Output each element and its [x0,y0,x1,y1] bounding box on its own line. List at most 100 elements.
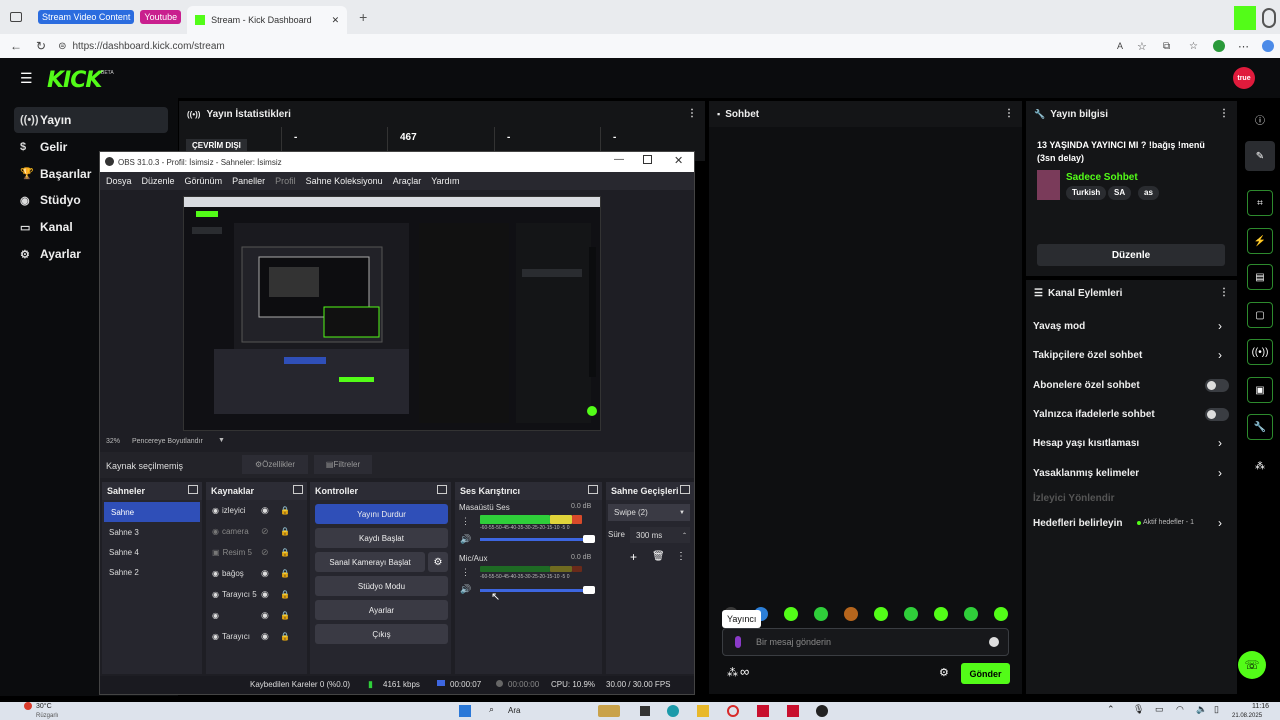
lock-icon[interactable]: 🔒 [280,569,290,578]
emoji-picker-icon[interactable] [989,637,999,647]
extensions-icon[interactable]: ⧉ [1163,41,1170,52]
extension-icon[interactable] [1213,40,1225,52]
start-icon[interactable] [459,705,471,717]
app-icon-4[interactable] [787,705,799,717]
emote-icon[interactable] [904,607,918,621]
clipboard-icon[interactable]: ▤ [1247,264,1273,290]
hamburger-menu-icon[interactable]: ☰ [20,70,33,87]
transition-menu-icon[interactable]: ⋮ [676,551,686,562]
close-window-icon[interactable]: ✕ [674,154,683,167]
control-button-0[interactable]: Yayını Durdur [315,504,448,524]
emote-icon[interactable] [874,607,888,621]
virtual-camera-settings-icon[interactable]: ⚙ [428,552,448,572]
duration-input[interactable]: 300 ms ⌃ [630,527,690,543]
scene-item[interactable]: Sahne 3 [102,522,202,542]
tab-kick-dashboard[interactable]: Stream - Kick Dashboard ✕ [187,6,348,34]
control-button-2[interactable]: Sanal Kamerayı Başlat [315,552,425,572]
site-info-icon[interactable]: ⊜ [58,41,66,52]
source-item[interactable]: ◉ camera ⊘ 🔒 [206,521,307,542]
user-avatar[interactable]: true [1233,67,1255,89]
emote-icon[interactable] [964,607,978,621]
lock-icon[interactable]: 🔒 [280,548,290,557]
undock-icon[interactable] [588,485,598,494]
chevron-right-icon[interactable]: › [1218,436,1222,450]
obs-menu-item[interactable]: Görünüm [185,176,223,186]
source-item[interactable]: ◉ Tarayıcı 5 ◉ 🔒 [206,584,307,605]
lightning-icon[interactable]: ⚡ [1247,228,1273,254]
emote-icon[interactable] [994,607,1008,621]
kick-logo[interactable]: KICK [47,68,102,93]
lock-icon[interactable]: 🔒 [280,632,290,641]
sidebar-item-0[interactable]: ((•)) Yayın [14,107,168,133]
eye-icon[interactable]: ◉ [261,610,269,621]
action-item-4[interactable]: Hesap yaşı kısıtlaması [1033,438,1139,449]
action-item-2[interactable]: Abonelere özel sohbet [1033,380,1140,391]
url-field[interactable]: https://dashboard.kick.com/stream [72,41,224,52]
emote-icon[interactable] [814,607,828,621]
volume-icon[interactable]: 🔈 [1196,704,1207,715]
undock-icon[interactable] [293,485,303,494]
app-icon-2[interactable] [640,706,650,716]
info-icon[interactable]: ⓘ [1245,104,1275,134]
source-item[interactable]: ▣ Resim 5 ⊘ 🔒 [206,542,307,563]
search-icon[interactable]: ⌕ [489,704,494,715]
fit-dropdown-icon[interactable]: ▼ [218,437,225,444]
source-item[interactable]: ◉ bağoş ◉ 🔒 [206,563,307,584]
profile-icon[interactable] [1262,8,1276,28]
app-icon-3[interactable] [757,705,769,717]
explorer-icon[interactable] [697,705,709,717]
edit-pencil-icon[interactable]: ✎ [1245,141,1275,171]
battery-icon[interactable]: ▯ [1214,704,1219,715]
control-button-3[interactable]: Stüdyo Modu [315,576,448,596]
lock-icon[interactable]: 🔒 [280,527,290,536]
obs-menu-item[interactable]: Profil [275,176,296,186]
transition-select[interactable]: Swipe (2) ▼ [608,504,690,521]
video-icon[interactable]: ▣ [1247,377,1273,403]
filters-button[interactable]: ▤ Filtreler [314,455,372,474]
chevron-right-icon[interactable]: › [1218,516,1222,530]
obs-menu-item[interactable]: Düzenle [142,176,175,186]
source-item[interactable]: ◉ Tarayıcı ◉ 🔒 [206,626,307,647]
favorite-star-icon[interactable]: ☆ [1137,40,1147,53]
chat-settings-icon[interactable]: ⚙ [939,666,949,679]
scene-item[interactable]: Sahne [104,502,200,522]
eye-hidden-icon[interactable]: ⊘ [261,526,269,537]
reload-icon[interactable]: ↻ [36,39,46,53]
taskbar-search[interactable]: Ara [508,706,520,715]
eye-hidden-icon[interactable]: ⊘ [261,547,269,558]
control-button-1[interactable]: Kaydı Başlat [315,528,448,548]
tab-youtube[interactable]: Youtube [140,10,182,24]
emote-icon[interactable] [934,607,948,621]
source-item[interactable]: ◉ ◉ 🔒 [206,605,307,626]
read-aloud-icon[interactable]: A [1117,41,1123,51]
eye-icon[interactable]: ◉ [261,631,269,642]
tray-chevron-icon[interactable]: ⌃ [1107,704,1115,715]
wifi-icon[interactable]: ◠ [1176,704,1184,715]
copilot-icon[interactable] [1262,40,1274,52]
maximize-icon[interactable] [643,155,652,164]
send-button[interactable]: Gönder [961,663,1010,684]
tab-actions-icon[interactable] [10,12,22,22]
obs-preview[interactable] [183,196,601,431]
desktop-volume-handle[interactable] [583,535,595,543]
emote-icon[interactable] [844,607,858,621]
mic-tray-icon[interactable]: 🎙 [1133,704,1144,715]
display-tray-icon[interactable]: ▭ [1155,704,1164,715]
edge-icon[interactable] [667,705,679,717]
add-transition-icon[interactable]: + [630,550,637,564]
broadcast-icon[interactable]: ((•)) [1247,339,1273,365]
action-item-7[interactable]: Hedefleri belirleyin [1033,518,1122,529]
action-item-3[interactable]: Yalnızca ifadelerle sohbet [1033,409,1155,420]
chevron-right-icon[interactable]: › [1218,319,1222,333]
emote-icon[interactable] [784,607,798,621]
obs-menu-item[interactable]: Sahne Koleksiyonu [306,176,383,186]
minimize-icon[interactable]: — [614,154,624,165]
info-menu-icon[interactable]: ⋮ [1219,108,1229,119]
edit-button[interactable]: Düzenle [1037,244,1225,266]
eye-icon[interactable]: ◉ [261,589,269,600]
kick-app-icon[interactable] [1234,6,1256,30]
action-item-5[interactable]: Yasaklanmış kelimeler [1033,468,1139,479]
tag-chip[interactable]: as [1138,186,1159,200]
fit-window-dropdown[interactable]: Pencereye Boyutlandır [132,438,203,445]
mic-menu-icon[interactable]: ⋮ [461,567,470,578]
